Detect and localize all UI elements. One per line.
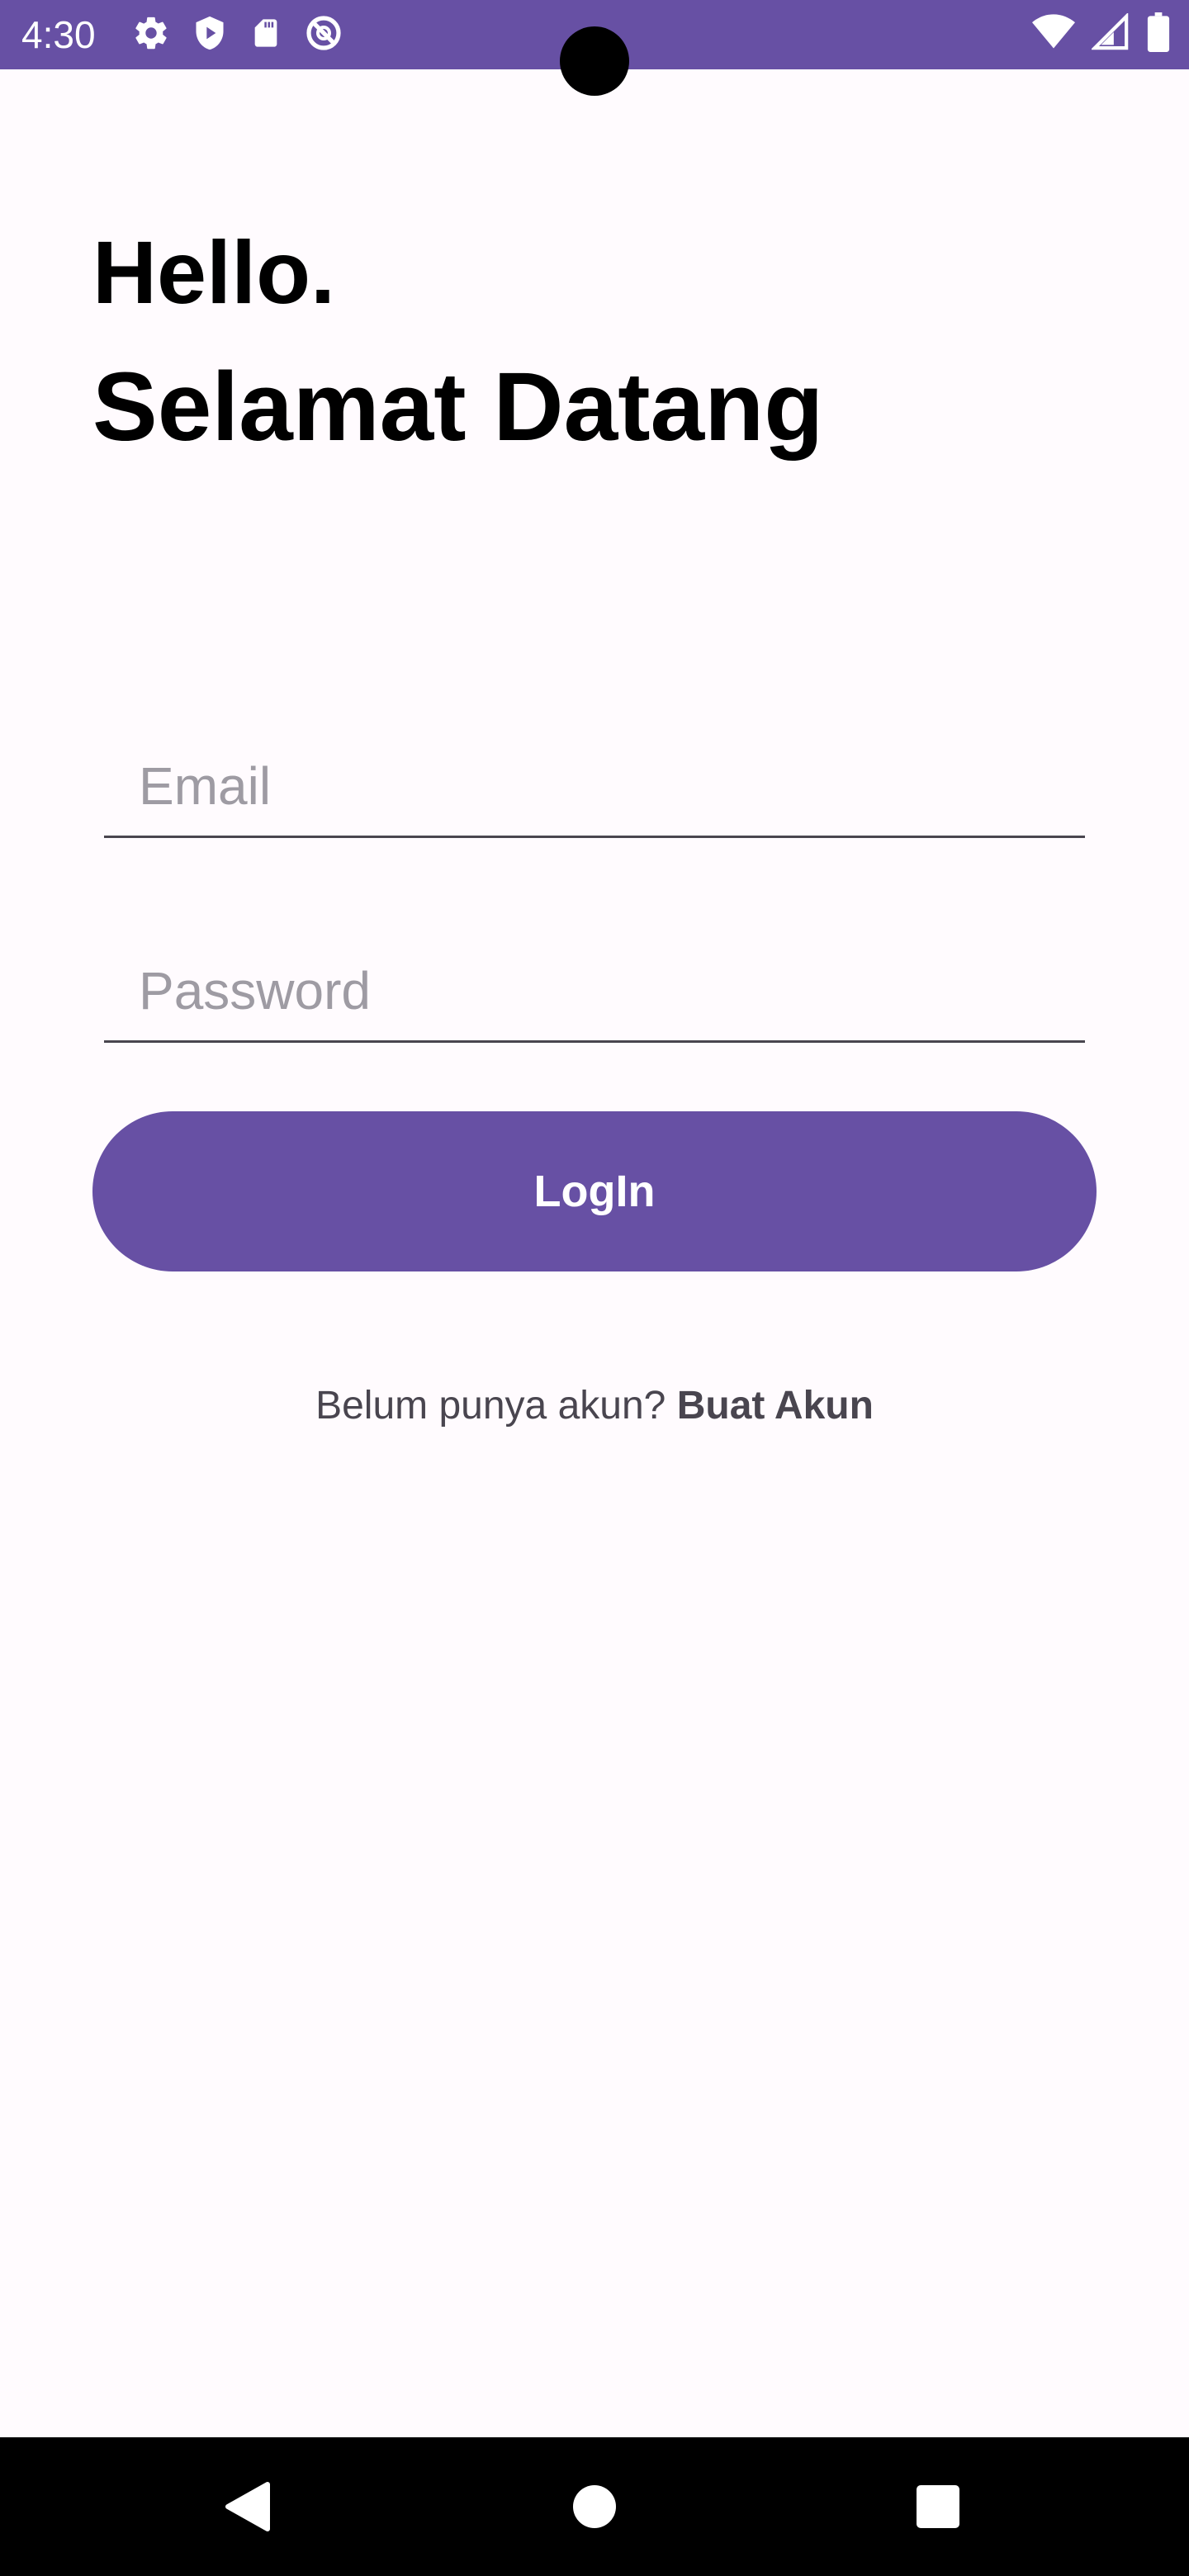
register-prompt: Belum punya akun? Buat Akun [0, 1379, 1189, 1433]
signal-icon [1090, 12, 1130, 55]
back-button[interactable] [182, 2437, 314, 2576]
settings-icon [132, 14, 170, 56]
recents-icon [917, 2485, 959, 2528]
back-icon [225, 2482, 270, 2531]
shield-play-icon [192, 14, 228, 56]
login-button[interactable]: LogIn [92, 1111, 1097, 1271]
home-button[interactable] [528, 2437, 661, 2576]
email-field[interactable] [104, 736, 1085, 836]
navigation-bar [0, 2437, 1189, 2576]
home-icon [573, 2485, 616, 2528]
status-time: 4:30 [21, 13, 96, 56]
do-not-disturb-icon [304, 13, 343, 57]
battery-icon [1146, 12, 1171, 56]
greeting-welcome: Selamat Datang [92, 353, 824, 462]
status-icons-left [132, 15, 343, 54]
wifi-icon [1032, 13, 1075, 54]
email-field-container [104, 736, 1085, 838]
login-screen: 4:30 Hello. Selamat Datang Email LogIn B… [0, 0, 1189, 2576]
camera-cutout [560, 26, 629, 96]
recents-button[interactable] [872, 2437, 1004, 2576]
login-button-label: LogIn [533, 1167, 656, 1216]
register-prompt-text: Belum punya akun? [315, 1384, 677, 1428]
password-field[interactable] [104, 941, 1085, 1040]
greeting-hello: Hello. [92, 222, 336, 322]
sd-card-icon [249, 15, 282, 55]
password-field-container [104, 941, 1085, 1043]
create-account-link[interactable]: Buat Akun [677, 1384, 874, 1428]
status-icons-right [1032, 12, 1171, 56]
